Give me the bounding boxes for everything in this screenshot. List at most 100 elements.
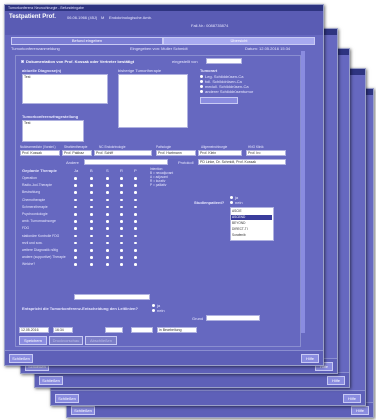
therapy-row-radio[interactable] xyxy=(120,191,123,194)
diag-textarea[interactable]: Test xyxy=(22,74,108,104)
therapy-row-radio[interactable] xyxy=(134,213,137,216)
therapy-row-radio[interactable] xyxy=(134,227,137,230)
confirm-checkbox[interactable] xyxy=(21,60,24,63)
therapy-row-radio[interactable] xyxy=(134,198,137,202)
help-button[interactable]: Hilfe xyxy=(327,376,345,385)
therapy-row-radio[interactable] xyxy=(74,234,77,238)
therapy-row-radio[interactable] xyxy=(74,241,77,245)
protocol-input[interactable]: PD Linke, Dr. Schmidt, Prof. Kossak xyxy=(198,159,286,165)
therapy-row-radio[interactable] xyxy=(90,234,93,238)
therapy-row-radio[interactable] xyxy=(134,205,137,209)
therapy-row-radio[interactable] xyxy=(74,213,77,216)
other-therapy-input[interactable] xyxy=(74,294,150,300)
therapy-textarea[interactable] xyxy=(118,74,188,128)
print-preview-button[interactable]: Druckvorschau xyxy=(49,336,83,345)
therapy-row-radio[interactable] xyxy=(106,184,109,187)
therapy-row-radio[interactable] xyxy=(120,205,123,209)
staff-select[interactable]: Prof. Iro xyxy=(246,150,286,156)
therapy-row-radio[interactable] xyxy=(134,249,137,252)
staff-select[interactable]: Prof. Pakbaz xyxy=(62,150,92,156)
tumor-option-radio[interactable] xyxy=(200,75,203,78)
therapy-row-radio[interactable] xyxy=(134,184,137,187)
therapy-row-radio[interactable] xyxy=(120,234,123,238)
therapy-row-radio[interactable] xyxy=(134,191,137,194)
therapy-row-radio[interactable] xyxy=(74,205,77,209)
study-yes-radio[interactable] xyxy=(230,196,233,199)
study-no-radio[interactable] xyxy=(230,201,233,204)
therapy-row-radio[interactable] xyxy=(90,198,93,202)
tumor-option-radio[interactable] xyxy=(200,85,203,88)
staff-select[interactable]: Prof. Kossak xyxy=(20,150,60,156)
therapy-row-radio[interactable] xyxy=(120,198,123,202)
time-input[interactable]: 16:34 xyxy=(53,327,73,333)
therapy-row-radio[interactable] xyxy=(90,220,93,223)
therapy-row-radio[interactable] xyxy=(106,263,109,266)
therapy-row-radio[interactable] xyxy=(120,227,123,230)
therapy-row-radio[interactable] xyxy=(106,220,109,223)
reason-input[interactable] xyxy=(206,315,260,321)
question-textarea[interactable]: Test xyxy=(22,120,84,142)
therapy-row-radio[interactable] xyxy=(120,220,123,223)
therapy-row-radio[interactable] xyxy=(90,184,93,187)
tumor-option-radio[interactable] xyxy=(200,90,203,93)
therapy-row-radio[interactable] xyxy=(106,227,109,230)
help-button[interactable]: Hilfe xyxy=(301,354,319,363)
therapy-row-radio[interactable] xyxy=(74,184,77,187)
therapy-row-radio[interactable] xyxy=(106,213,109,216)
therapy-row-radio[interactable] xyxy=(106,191,109,194)
therapy-row-radio[interactable] xyxy=(90,227,93,230)
therapy-row-radio[interactable] xyxy=(90,263,93,266)
therapy-row-radio[interactable] xyxy=(134,256,137,259)
staff-select[interactable]: Prof. Hartmann xyxy=(156,150,196,156)
therapy-row-radio[interactable] xyxy=(106,205,109,209)
therapy-row-radio[interactable] xyxy=(106,234,109,238)
therapy-row-radio[interactable] xyxy=(106,241,109,245)
other-input[interactable] xyxy=(84,159,168,165)
therapy-row-radio[interactable] xyxy=(74,263,77,266)
therapy-row-radio[interactable] xyxy=(74,177,77,180)
vertical-scrollbar[interactable] xyxy=(301,51,305,333)
therapy-row-radio[interactable] xyxy=(74,198,77,202)
therapy-row-radio[interactable] xyxy=(120,177,123,180)
study-list-item[interactable]: ASCIE xyxy=(232,209,242,214)
tab-overview[interactable]: Übersicht xyxy=(163,37,315,45)
study-list-item[interactable]: ASCEND xyxy=(231,215,272,220)
guideline-no-radio[interactable] xyxy=(152,309,155,312)
guideline-yes-radio[interactable] xyxy=(152,304,155,307)
therapy-row-radio[interactable] xyxy=(90,205,93,209)
therapy-row-radio[interactable] xyxy=(74,191,77,194)
sign-input[interactable] xyxy=(105,327,123,333)
reviewer-input[interactable] xyxy=(131,327,153,333)
therapy-row-radio[interactable] xyxy=(120,249,123,252)
staff-select[interactable]: Prof. Schiff xyxy=(94,150,152,156)
close-button[interactable]: Schließen xyxy=(9,354,33,363)
therapy-row-radio[interactable] xyxy=(134,220,137,223)
therapy-row-radio[interactable] xyxy=(134,241,137,245)
therapy-row-radio[interactable] xyxy=(120,241,123,245)
staff-select[interactable]: Prof. Klein xyxy=(198,150,242,156)
tumor-option-radio[interactable] xyxy=(200,80,203,83)
save-button[interactable]: Speichern xyxy=(19,336,47,345)
therapy-row-radio[interactable] xyxy=(90,241,93,245)
study-list-item[interactable]: BEYOND xyxy=(232,221,245,226)
therapy-row-radio[interactable] xyxy=(90,256,93,259)
therapy-row-radio[interactable] xyxy=(120,213,123,216)
status-select[interactable]: in Bearbeitung xyxy=(157,327,197,333)
signed-input[interactable] xyxy=(206,58,242,64)
help-button[interactable]: Hilfe xyxy=(343,394,361,403)
therapy-row-radio[interactable] xyxy=(74,256,77,259)
finish-button[interactable]: Abschließen xyxy=(85,336,117,345)
therapy-row-radio[interactable] xyxy=(90,213,93,216)
date-input[interactable]: 12.05.2016 xyxy=(19,327,49,333)
therapy-row-radio[interactable] xyxy=(120,256,123,259)
therapy-row-radio[interactable] xyxy=(134,263,137,266)
tumor-extra-button[interactable] xyxy=(200,97,238,104)
help-button[interactable]: Hilfe xyxy=(351,406,369,415)
close-button[interactable]: Schließen xyxy=(39,376,63,385)
therapy-row-radio[interactable] xyxy=(106,249,109,252)
therapy-row-radio[interactable] xyxy=(74,220,77,223)
therapy-row-radio[interactable] xyxy=(74,227,77,230)
therapy-row-radio[interactable] xyxy=(106,177,109,180)
study-list-item[interactable]: DIRECT-TI xyxy=(232,227,248,232)
study-list[interactable]: ASCIE ASCEND BEYOND DIRECT-TI Sorafenib xyxy=(230,207,274,241)
